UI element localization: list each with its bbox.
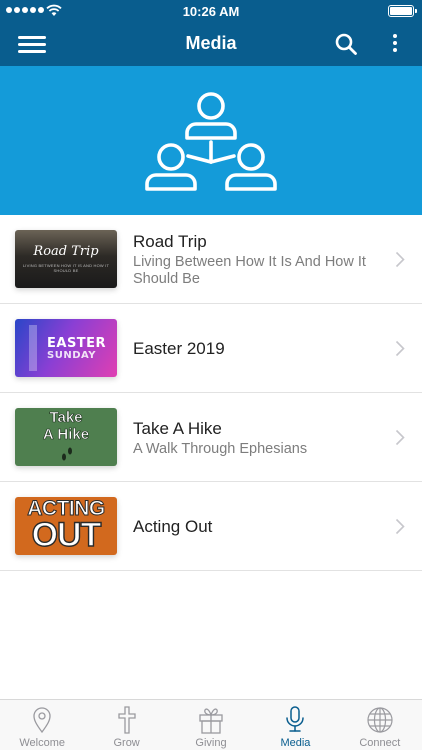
acting-out-thumbnail: ACTING OUT bbox=[15, 497, 117, 555]
tab-label: Welcome bbox=[19, 737, 66, 749]
tab-connect[interactable]: Connect bbox=[338, 700, 422, 750]
media-item-road-trip[interactable]: Road Trip LIVING BETWEEN HOW IT IS AND H… bbox=[0, 215, 422, 304]
battery-icon bbox=[388, 5, 417, 17]
people-network-icon bbox=[145, 91, 277, 191]
tab-grow[interactable]: Grow bbox=[84, 700, 168, 750]
chevron-right-icon bbox=[395, 340, 405, 357]
media-item-title: Road Trip bbox=[133, 232, 207, 251]
map-pin-icon bbox=[33, 707, 51, 734]
page-title: Media bbox=[185, 33, 237, 53]
navigation-bar: Media bbox=[0, 22, 422, 66]
search-icon[interactable] bbox=[334, 32, 358, 56]
media-item-take-a-hike[interactable]: Take A Hike Take A Hike A Walk Through Ep… bbox=[0, 393, 422, 482]
media-list: Road Trip LIVING BETWEEN HOW IT IS AND H… bbox=[0, 215, 422, 571]
media-item-title: Take A Hike bbox=[133, 418, 222, 438]
media-item-title: Easter 2019 bbox=[133, 339, 225, 358]
gift-icon bbox=[199, 708, 223, 734]
thumbnail-title: EASTER bbox=[47, 336, 107, 351]
media-item-subtitle: Living Between How It Is And How It Shou… bbox=[133, 254, 366, 287]
tab-giving[interactable]: Giving bbox=[169, 700, 253, 750]
status-time: 10:26 AM bbox=[182, 4, 240, 19]
tab-label: Media bbox=[280, 737, 311, 749]
tab-welcome[interactable]: Welcome bbox=[0, 700, 84, 750]
chevron-right-icon bbox=[395, 251, 405, 268]
thumbnail-subtitle: LIVING BETWEEN HOW IT IS AND HOW IT SHOU… bbox=[22, 263, 110, 273]
more-options-icon[interactable] bbox=[390, 31, 400, 57]
chevron-right-icon bbox=[395, 429, 405, 446]
road-trip-thumbnail: Road Trip LIVING BETWEEN HOW IT IS AND H… bbox=[15, 230, 117, 288]
thumbnail-title: Take bbox=[49, 409, 83, 427]
tab-bar: Welcome Grow Giving Media Connect bbox=[0, 699, 422, 750]
easter-2019-thumbnail: EASTER SUNDAY bbox=[15, 319, 117, 377]
cross-icon bbox=[117, 706, 136, 734]
tab-media[interactable]: Media bbox=[253, 700, 337, 750]
globe-icon bbox=[367, 707, 393, 733]
thumbnail-title: Road Trip bbox=[33, 244, 99, 259]
media-item-title: Acting Out bbox=[133, 517, 213, 536]
thumbnail-subtitle: SUNDAY bbox=[47, 350, 97, 361]
take-a-hike-thumbnail: Take A Hike bbox=[15, 408, 117, 466]
media-item-acting-out[interactable]: ACTING OUT Acting Out bbox=[0, 482, 422, 571]
chevron-right-icon bbox=[395, 518, 405, 535]
hero-banner bbox=[0, 66, 422, 215]
thumbnail-subtitle: A Hike bbox=[42, 426, 90, 444]
footprints-icon bbox=[62, 447, 72, 461]
status-bar: 10:26 AM bbox=[0, 0, 422, 22]
tab-label: Giving bbox=[195, 737, 227, 749]
tab-label: Grow bbox=[113, 737, 140, 749]
media-item-easter-2019[interactable]: EASTER SUNDAY Easter 2019 bbox=[0, 304, 422, 393]
microphone-icon bbox=[286, 706, 305, 732]
thumbnail-subtitle: OUT bbox=[31, 516, 102, 554]
tab-label: Connect bbox=[359, 737, 401, 749]
media-item-subtitle: A Walk Through Ephesians bbox=[133, 440, 308, 457]
hamburger-menu-icon[interactable] bbox=[18, 32, 46, 56]
